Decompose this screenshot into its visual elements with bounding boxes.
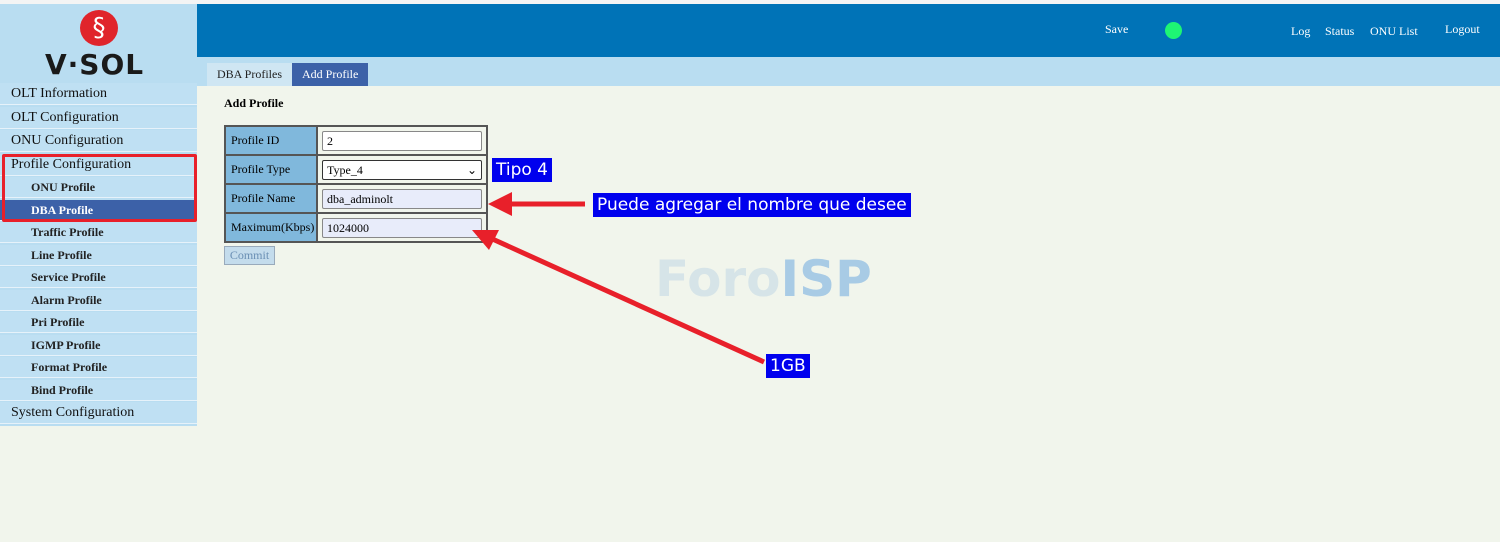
arrow-to-maximum-icon <box>472 230 766 365</box>
arrow-to-name-icon <box>488 192 585 216</box>
annotation-arrows <box>472 192 766 365</box>
